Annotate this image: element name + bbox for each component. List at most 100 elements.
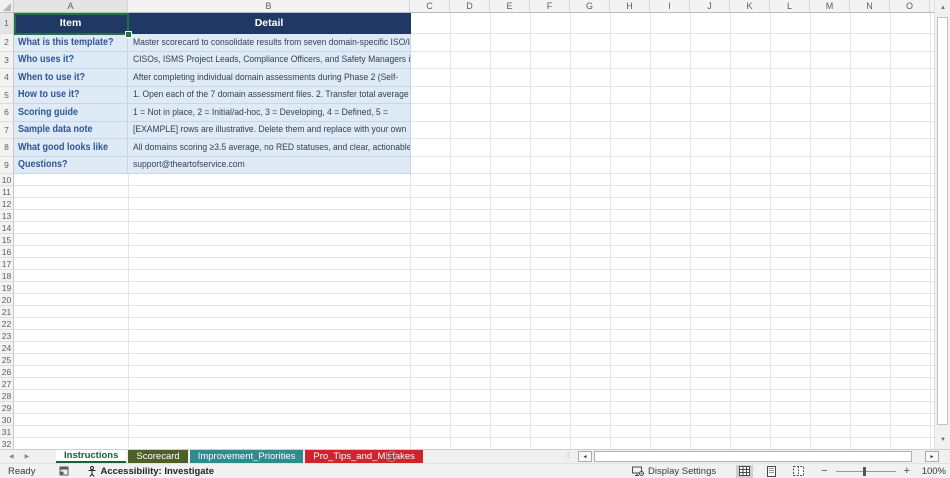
- cell-B9[interactable]: support@theartofservice.com: [128, 157, 411, 175]
- tab-scroll-left-icon[interactable]: ◀: [9, 453, 14, 460]
- cell-B5[interactable]: 1. Open each of the 7 domain assessment …: [128, 87, 411, 105]
- vertical-scrollbar[interactable]: ▲ ▼: [934, 0, 950, 449]
- row-header-28[interactable]: 28: [0, 390, 13, 402]
- cell-B3[interactable]: CISOs, ISMS Project Leads, Compliance Of…: [128, 52, 411, 70]
- row-header-2[interactable]: 2: [0, 34, 13, 52]
- sheet-tab-improvement_priorities[interactable]: Improvement_Priorities: [190, 450, 304, 463]
- row-header-8[interactable]: 8: [0, 139, 13, 157]
- row-header-16[interactable]: 16: [0, 246, 13, 258]
- instructions-table: ItemDetailWhat is this template?Master s…: [14, 13, 411, 174]
- cell-B1-detail-header[interactable]: Detail: [128, 13, 411, 34]
- row-header-17[interactable]: 17: [0, 258, 13, 270]
- zoom-control: − +: [821, 465, 910, 477]
- row-header-10[interactable]: 10: [0, 174, 13, 186]
- cell-A4[interactable]: When to use it?: [14, 69, 128, 87]
- sheet-tab-instructions[interactable]: Instructions: [56, 450, 126, 463]
- normal-view-button[interactable]: [736, 465, 753, 478]
- row-header-29[interactable]: 29: [0, 402, 13, 414]
- scroll-up-button[interactable]: ▲: [936, 0, 950, 15]
- vertical-scroll-thumb[interactable]: [937, 17, 948, 425]
- cell-A9[interactable]: Questions?: [14, 157, 128, 175]
- row-header-14[interactable]: 14: [0, 222, 13, 234]
- row-header-27[interactable]: 27: [0, 378, 13, 390]
- accessibility-status[interactable]: Accessibility: Investigate: [87, 466, 214, 477]
- cell-A2[interactable]: What is this template?: [14, 34, 128, 52]
- column-header-I[interactable]: I: [650, 0, 690, 12]
- column-header-L[interactable]: L: [770, 0, 810, 12]
- row-header-6[interactable]: 6: [0, 104, 13, 122]
- row-header-15[interactable]: 15: [0, 234, 13, 246]
- hscroll-left-button[interactable]: ◄: [578, 451, 592, 462]
- column-header-N[interactable]: N: [850, 0, 890, 12]
- cell-A3[interactable]: Who uses it?: [14, 52, 128, 70]
- select-all-corner[interactable]: [0, 0, 14, 12]
- row-header-gutter: 1234567891011121314151617181920212223242…: [0, 13, 14, 449]
- zoom-slider-thumb[interactable]: [863, 467, 866, 476]
- cell-A7[interactable]: Sample data note: [14, 122, 128, 140]
- column-header-O[interactable]: O: [890, 0, 930, 12]
- column-header-A[interactable]: A: [14, 0, 128, 12]
- row-header-18[interactable]: 18: [0, 270, 13, 282]
- cell-A8[interactable]: What good looks like: [14, 139, 128, 157]
- table-row-8: What good looks likeAll domains scoring …: [14, 139, 411, 157]
- cell-B4[interactable]: After completing individual domain asses…: [128, 69, 411, 87]
- zoom-in-button[interactable]: +: [904, 465, 910, 477]
- sheet-grid[interactable]: ItemDetailWhat is this template?Master s…: [14, 13, 934, 449]
- row-header-9[interactable]: 9: [0, 157, 13, 175]
- column-header-J[interactable]: J: [690, 0, 730, 12]
- row-header-25[interactable]: 25: [0, 354, 13, 366]
- horizontal-scroll-thumb[interactable]: [594, 451, 912, 462]
- column-header-B[interactable]: B: [128, 0, 410, 12]
- sheet-tabs: InstructionsScorecardImprovement_Priorit…: [56, 450, 423, 463]
- row-header-3[interactable]: 3: [0, 52, 13, 70]
- row-header-13[interactable]: 13: [0, 210, 13, 222]
- display-settings-button[interactable]: Display Settings: [632, 466, 716, 477]
- row-header-5[interactable]: 5: [0, 87, 13, 105]
- row-header-21[interactable]: 21: [0, 306, 13, 318]
- sheet-tab-scorecard[interactable]: Scorecard: [128, 450, 187, 463]
- row-header-4[interactable]: 4: [0, 69, 13, 87]
- zoom-level[interactable]: 100%: [916, 466, 946, 477]
- cell-A5[interactable]: How to use it?: [14, 87, 128, 105]
- page-break-preview-button[interactable]: [790, 465, 807, 478]
- scroll-down-button[interactable]: ▼: [936, 432, 950, 447]
- tab-scroll-right-icon[interactable]: ▶: [25, 453, 30, 460]
- cell-B8[interactable]: All domains scoring ≥3.5 average, no RED…: [128, 139, 411, 157]
- row-header-24[interactable]: 24: [0, 342, 13, 354]
- row-header-22[interactable]: 22: [0, 318, 13, 330]
- cell-B6[interactable]: 1 = Not in place, 2 = Initial/ad-hoc, 3 …: [128, 104, 411, 122]
- column-header-G[interactable]: G: [570, 0, 610, 12]
- zoom-out-button[interactable]: −: [821, 465, 827, 477]
- row-header-12[interactable]: 12: [0, 198, 13, 210]
- macro-record-icon[interactable]: [59, 466, 69, 476]
- zoom-slider[interactable]: [836, 471, 896, 472]
- tab-splitter-handle[interactable]: ⁞: [567, 451, 569, 460]
- sheet-tab-pro_tips_and_mistakes[interactable]: Pro_Tips_and_Mistakes: [305, 450, 423, 463]
- cell-A6[interactable]: Scoring guide: [14, 104, 128, 122]
- row-header-7[interactable]: 7: [0, 122, 13, 140]
- column-header-F[interactable]: F: [530, 0, 570, 12]
- column-header-K[interactable]: K: [730, 0, 770, 12]
- row-header-20[interactable]: 20: [0, 294, 13, 306]
- column-header-H[interactable]: H: [610, 0, 650, 12]
- row-header-26[interactable]: 26: [0, 366, 13, 378]
- row-header-1[interactable]: 1: [0, 13, 13, 34]
- cell-A1-item-header[interactable]: Item: [14, 13, 128, 34]
- page-layout-view-button[interactable]: [763, 465, 780, 478]
- cell-B2[interactable]: Master scorecard to consolidate results …: [128, 34, 411, 52]
- row-header-23[interactable]: 23: [0, 330, 13, 342]
- row-header-32[interactable]: 32: [0, 438, 13, 449]
- cell-B7[interactable]: [EXAMPLE] rows are illustrative. Delete …: [128, 122, 411, 140]
- row-header-31[interactable]: 31: [0, 426, 13, 438]
- row-header-11[interactable]: 11: [0, 186, 13, 198]
- row-header-19[interactable]: 19: [0, 282, 13, 294]
- fill-handle[interactable]: [125, 31, 132, 38]
- column-header-M[interactable]: M: [810, 0, 850, 12]
- row-header-30[interactable]: 30: [0, 414, 13, 426]
- column-header-D[interactable]: D: [450, 0, 490, 12]
- column-header-C[interactable]: C: [410, 0, 450, 12]
- display-settings-icon: [632, 466, 644, 477]
- hscroll-right-button[interactable]: ►: [925, 451, 939, 462]
- new-sheet-button[interactable]: +: [386, 451, 397, 462]
- column-header-E[interactable]: E: [490, 0, 530, 12]
